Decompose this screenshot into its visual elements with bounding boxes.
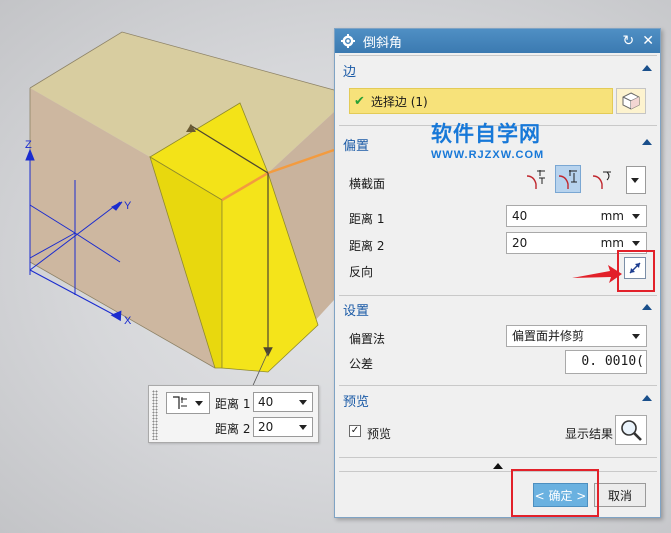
mini-distance2-value: 20 bbox=[258, 420, 274, 434]
check-icon: ✔ bbox=[354, 93, 365, 109]
settings-section-collapse[interactable] bbox=[642, 304, 652, 310]
chamfer-mini-toolbar[interactable]: 距离 1 40 距离 2 20 bbox=[148, 385, 319, 443]
offset-angle-chamfer-icon bbox=[592, 171, 611, 189]
distance1-label: 距离 1 bbox=[349, 212, 385, 226]
offset-method-select[interactable]: 偏置面并修剪 bbox=[506, 325, 647, 347]
select-edge-filter-button[interactable] bbox=[616, 88, 646, 114]
magnifier-icon bbox=[621, 420, 642, 441]
offset-method-value: 偏置面并修剪 bbox=[512, 329, 585, 343]
show-result-label: 显示结果 bbox=[565, 427, 614, 441]
dialog-titlebar[interactable]: 倒斜角 ↻ ✕ bbox=[335, 29, 660, 53]
close-icon[interactable]: ✕ bbox=[642, 34, 654, 48]
distance2-label: 距离 2 bbox=[349, 239, 385, 253]
show-result-button[interactable] bbox=[615, 415, 647, 445]
mini-distance2-input[interactable]: 20 bbox=[253, 417, 313, 437]
annotation-box-ok bbox=[511, 469, 599, 517]
preview-label: 预览 bbox=[367, 427, 392, 441]
z-axis-label: Z bbox=[25, 139, 32, 151]
distance2-value: 20 bbox=[512, 236, 528, 250]
cross-section-label: 横截面 bbox=[349, 177, 386, 191]
distance1-input[interactable]: 40 mm bbox=[506, 205, 647, 227]
offset-section-collapse[interactable] bbox=[642, 139, 652, 145]
annotation-arrow bbox=[572, 265, 622, 283]
mini-distance1-value: 40 bbox=[258, 395, 274, 409]
y-axis-label: Y bbox=[124, 200, 132, 212]
symmetric-cross-section-button[interactable] bbox=[523, 165, 549, 193]
mini-distance1-label: 距离 1 bbox=[215, 397, 251, 411]
section-divider bbox=[339, 471, 657, 472]
tolerance-input[interactable]: 0. 0010( bbox=[565, 350, 647, 374]
asymmetric-chamfer-icon bbox=[558, 170, 577, 189]
distance1-unit: mm bbox=[600, 209, 624, 223]
settings-section-title[interactable]: 设置 bbox=[343, 300, 369, 319]
mini-cross-section-dropdown[interactable] bbox=[166, 392, 210, 414]
cancel-button[interactable]: 取消 bbox=[594, 483, 646, 507]
asymmetric-cross-section-button[interactable] bbox=[555, 165, 581, 193]
watermark-url: WWW.RJZXW.COM bbox=[431, 149, 545, 161]
symmetric-chamfer-icon bbox=[526, 170, 545, 189]
section-divider bbox=[339, 295, 657, 296]
select-edge-label: 选择边 (1) bbox=[370, 94, 428, 109]
preview-section-title[interactable]: 预览 bbox=[343, 391, 369, 410]
select-edge-field[interactable]: ✔ 选择边 (1) bbox=[349, 88, 613, 114]
more-options-caret[interactable] bbox=[493, 463, 503, 469]
dialog-title: 倒斜角 bbox=[363, 35, 403, 51]
asymmetric-chamfer-icon bbox=[173, 396, 187, 409]
gear-icon bbox=[341, 34, 355, 48]
offset-method-label: 偏置法 bbox=[349, 332, 386, 346]
edge-section-collapse[interactable] bbox=[642, 65, 652, 71]
toolbar-grip[interactable] bbox=[152, 390, 158, 440]
preview-section-collapse[interactable] bbox=[642, 395, 652, 401]
offset-angle-cross-section-button[interactable] bbox=[589, 165, 615, 193]
reset-icon[interactable]: ↻ bbox=[623, 34, 635, 48]
offset-section-title[interactable]: 偏置 bbox=[343, 135, 369, 154]
watermark-title: 软件自学网 bbox=[431, 122, 541, 146]
mini-distance2-label: 距离 2 bbox=[215, 422, 251, 436]
cube-icon bbox=[622, 92, 640, 110]
section-divider bbox=[339, 385, 657, 386]
preview-checkbox[interactable]: ✓ bbox=[349, 425, 361, 437]
section-divider bbox=[339, 457, 657, 458]
edge-section-title[interactable]: 边 bbox=[343, 61, 356, 80]
cross-section-dropdown[interactable] bbox=[626, 166, 646, 194]
reverse-label: 反向 bbox=[349, 265, 374, 279]
x-axis-label: X bbox=[124, 315, 132, 327]
mini-distance1-input[interactable]: 40 bbox=[253, 392, 313, 412]
watermark: 软件自学网 WWW.RJZXW.COM bbox=[431, 118, 591, 164]
tolerance-label: 公差 bbox=[349, 357, 374, 371]
section-divider bbox=[339, 55, 657, 56]
distance1-value: 40 bbox=[512, 209, 528, 223]
